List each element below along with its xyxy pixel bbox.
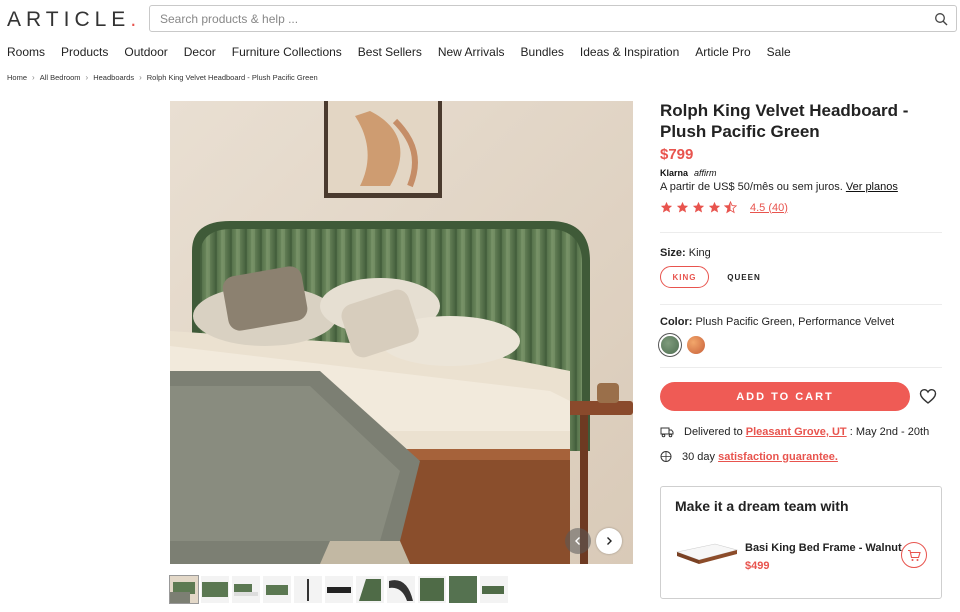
guarantee-prefix: 30 day [682, 450, 716, 463]
breadcrumb-home[interactable]: Home [7, 73, 27, 82]
logo-text: ARTICLE [7, 8, 131, 31]
breadcrumb-headboards[interactable]: Headboards [93, 73, 134, 82]
rating-count-link[interactable]: 4.5 (40) [750, 202, 788, 214]
chevron-right-icon: › [32, 73, 35, 82]
nav-decor[interactable]: Decor [184, 45, 216, 59]
chevron-right-icon: › [85, 73, 89, 82]
delivery-info: Delivered to Pleasant Grove, UT : May 2n… [660, 426, 929, 438]
thumbnail-9[interactable] [418, 576, 446, 603]
affirm-logo: affirm [694, 168, 717, 178]
shield-icon [660, 451, 672, 462]
klarna-logo: Klarna [660, 168, 689, 178]
swatch-orange[interactable] [687, 336, 705, 354]
breadcrumb: Home › All Bedroom › Headboards › Rolph … [7, 73, 318, 82]
color-label-line: Color: Plush Pacific Green, Performance … [660, 316, 894, 328]
nav-bundles[interactable]: Bundles [521, 45, 564, 59]
cart-icon [908, 549, 921, 561]
logo-dot: . [130, 8, 142, 31]
color-label: Color: [660, 316, 693, 328]
dream-team-heading: Make it a dream team with [675, 498, 849, 514]
add-to-cart-button[interactable]: ADD TO CART [660, 382, 910, 411]
thumbnail-1[interactable] [169, 575, 199, 604]
product-title: Rolph King Velvet Headboard - Plush Paci… [660, 101, 909, 141]
financing-message: A partir de US$ 50/mês ou sem juros. [660, 181, 843, 193]
search-icon[interactable] [934, 12, 948, 26]
size-option-queen[interactable]: QUEEN [722, 266, 766, 288]
color-value: Plush Pacific Green, Performance Velvet [695, 316, 895, 328]
thumbnail-5[interactable] [294, 576, 322, 603]
product-main-image[interactable] [170, 101, 633, 564]
nav-best-sellers[interactable]: Best Sellers [358, 45, 422, 59]
size-option-king[interactable]: KING [660, 266, 709, 288]
bed-frame-thumbnail[interactable] [675, 540, 739, 566]
chevron-right-icon: › [139, 73, 142, 82]
financing-text: A partir de US$ 50/mês ou sem juros. Ver… [660, 181, 898, 193]
gallery-thumbnails [169, 575, 508, 604]
star-icon [660, 201, 673, 213]
heart-icon[interactable] [919, 388, 937, 405]
gallery-next-button[interactable] [596, 528, 622, 554]
thumbnail-8[interactable] [387, 576, 415, 603]
star-icon [676, 201, 689, 213]
nav-outdoor[interactable]: Outdoor [124, 45, 167, 59]
divider [660, 304, 942, 305]
payment-providers: Klarna affirm [660, 168, 717, 178]
divider [660, 367, 942, 368]
star-icon [708, 201, 721, 213]
thumbnail-2[interactable] [201, 576, 229, 603]
thumbnail-10[interactable] [449, 576, 477, 603]
product-price: $799 [660, 146, 694, 163]
thumbnail-3[interactable] [232, 576, 260, 603]
nav-products[interactable]: Products [61, 45, 108, 59]
nav-new-arrivals[interactable]: New Arrivals [438, 45, 505, 59]
chevron-right-icon [607, 537, 612, 545]
delivery-dates: : May 2nd - 20th [849, 426, 930, 438]
product-rating[interactable]: 4.5 (40) [660, 201, 788, 214]
size-label: Size: [660, 247, 686, 259]
thumbnail-4[interactable] [263, 576, 291, 603]
article-logo[interactable]: ARTICLE. [7, 8, 141, 32]
thumbnail-11[interactable] [480, 576, 508, 603]
search-input[interactable] [160, 11, 920, 26]
guarantee-info: 30 day satisfaction guarantee. [660, 450, 838, 463]
add-bundle-item-button[interactable] [901, 542, 927, 568]
search-bar[interactable] [149, 5, 957, 32]
nav-sale[interactable]: Sale [767, 45, 791, 59]
dream-item-name[interactable]: Basi King Bed Frame - Walnut [745, 542, 902, 554]
nav-furniture-collections[interactable]: Furniture Collections [232, 45, 342, 59]
thumbnail-7[interactable] [356, 576, 384, 603]
dream-team-card: Make it a dream team with Basi King Bed … [660, 486, 942, 599]
breadcrumb-current: Rolph King Velvet Headboard - Plush Paci… [146, 73, 318, 82]
divider [660, 232, 942, 233]
gallery-prev-button[interactable] [565, 528, 591, 554]
thumbnail-6[interactable] [325, 576, 353, 603]
breadcrumb-all-bedroom[interactable]: All Bedroom [40, 73, 81, 82]
nav-ideas-inspiration[interactable]: Ideas & Inspiration [580, 45, 679, 59]
swatch-pacific-green[interactable] [661, 336, 679, 354]
size-label-line: Size: King [660, 247, 711, 259]
half-star-icon [724, 201, 737, 214]
nav-rooms[interactable]: Rooms [7, 45, 45, 59]
delivery-location-link[interactable]: Pleasant Grove, UT [746, 426, 847, 438]
main-nav: Rooms Products Outdoor Decor Furniture C… [7, 45, 807, 59]
dream-item-price: $499 [745, 560, 770, 572]
size-value: King [688, 247, 711, 259]
star-icon [692, 201, 705, 213]
bedroom-scene-image [170, 101, 633, 564]
delivery-prefix: Delivered to [684, 426, 743, 438]
guarantee-link[interactable]: satisfaction guarantee. [718, 451, 838, 463]
delivery-truck-icon [660, 427, 674, 438]
nav-article-pro[interactable]: Article Pro [695, 45, 750, 59]
chevron-left-icon [575, 537, 580, 545]
financing-plans-link[interactable]: Ver planos [846, 181, 898, 193]
